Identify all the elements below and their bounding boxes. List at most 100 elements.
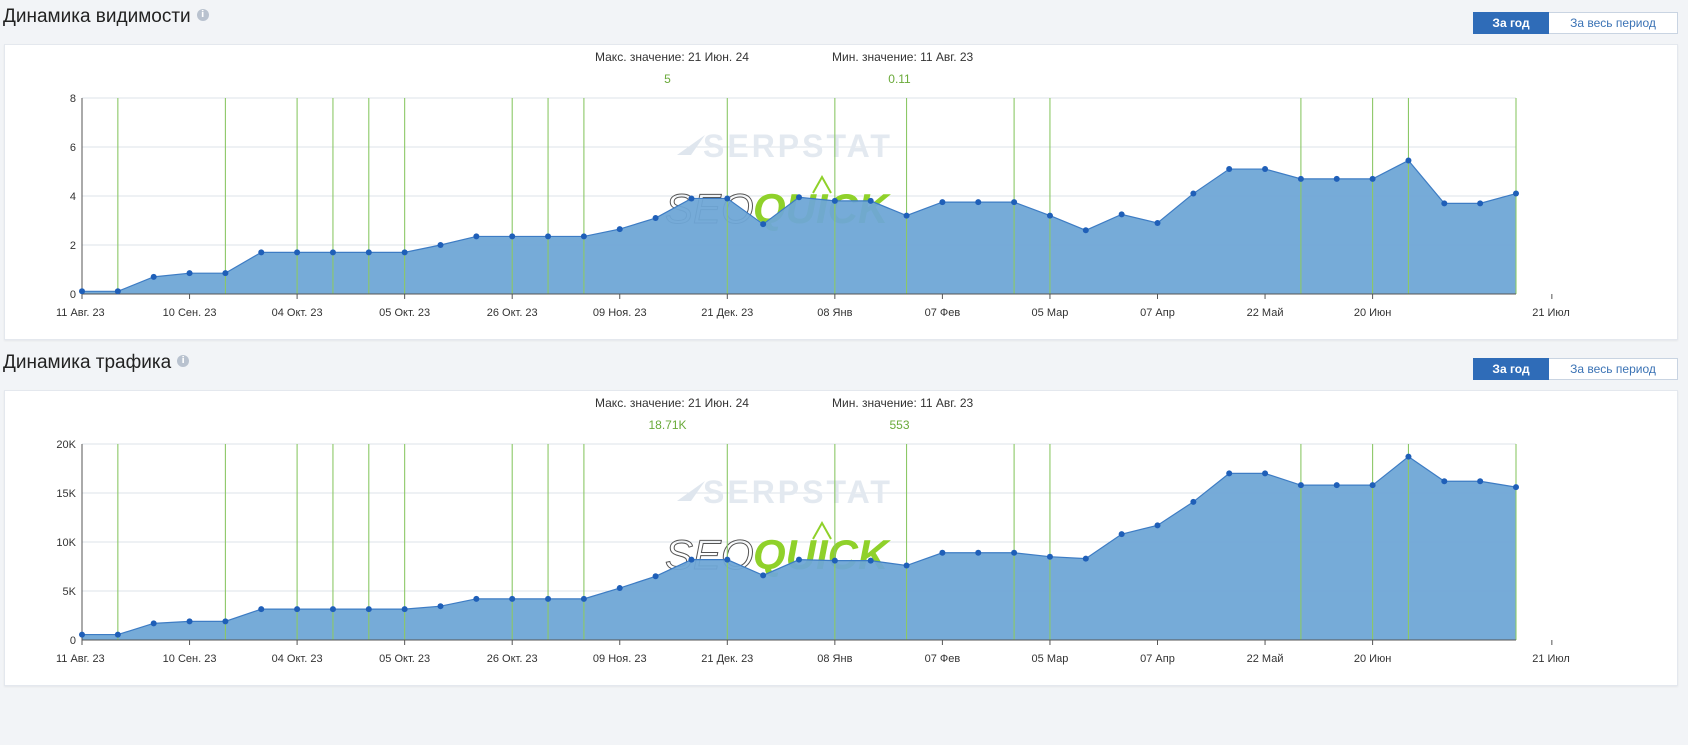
x-tick-label: 05 Окт. 23: [379, 307, 430, 319]
x-tick-label: 21 Июл: [1532, 653, 1570, 665]
data-point: [1405, 157, 1412, 164]
data-point: [294, 249, 301, 256]
data-point: [1118, 531, 1125, 538]
info-icon[interactable]: i: [177, 354, 190, 367]
data-point: [329, 606, 336, 613]
x-tick-label: 08 Янв: [817, 307, 852, 319]
serpstat-logo-icon: [677, 135, 705, 155]
data-point: [867, 557, 874, 564]
data-point: [473, 595, 480, 602]
x-tick-label: 07 Фев: [925, 653, 961, 665]
data-point: [1082, 555, 1089, 562]
data-point: [473, 233, 480, 240]
data-point: [509, 595, 516, 602]
data-point: [222, 270, 229, 277]
x-tick-label: 11 Авг. 23: [56, 653, 105, 665]
visibility-chart: 02468SERPSTATSEOQUICK11 Авг. 2310 Сен. 2…: [56, 93, 1570, 319]
data-point: [1333, 482, 1340, 489]
x-tick-label: 09 Ноя. 23: [593, 307, 647, 319]
x-tick-label: 20 Июн: [1354, 653, 1392, 665]
visibility-period-toggle: За год За весь период: [1473, 12, 1678, 34]
traffic-panel-header: Динамика трафика i За год За весь период: [0, 346, 1688, 382]
x-tick-label: 21 Дек. 23: [701, 653, 753, 665]
traffic-title: Динамика трафика i: [3, 352, 190, 374]
data-point: [903, 562, 910, 569]
x-tick-label: 26 Окт. 23: [487, 653, 538, 665]
y-tick-label: 0: [70, 289, 76, 301]
data-point: [1369, 175, 1376, 182]
y-tick-label: 5K: [63, 586, 77, 598]
data-point: [1297, 482, 1304, 489]
info-icon[interactable]: i: [196, 8, 209, 21]
x-tick-label: 05 Мар: [1032, 653, 1069, 665]
data-point: [939, 199, 946, 206]
data-point: [1441, 478, 1448, 485]
data-point: [975, 199, 982, 206]
data-point: [1082, 227, 1089, 234]
data-point: [1333, 175, 1340, 182]
data-point: [1262, 470, 1269, 477]
serpstat-watermark: SERPSTAT: [703, 128, 893, 164]
data-point: [1297, 175, 1304, 182]
period-year-button[interactable]: За год: [1473, 12, 1549, 34]
x-tick-label: 07 Апр: [1140, 307, 1175, 319]
x-tick-label: 07 Фев: [925, 307, 961, 319]
data-point: [688, 195, 695, 202]
x-tick-label: 11 Авг. 23: [56, 307, 105, 319]
x-tick-label: 07 Апр: [1140, 653, 1175, 665]
serpstat-watermark: SERPSTAT: [703, 474, 893, 510]
data-point: [1011, 549, 1018, 556]
data-point: [186, 618, 193, 625]
data-point: [545, 595, 552, 602]
data-point: [1190, 498, 1197, 505]
data-point: [365, 606, 372, 613]
data-point: [796, 556, 802, 563]
x-tick-label: 04 Окт. 23: [272, 307, 323, 319]
x-tick-label: 21 Июл: [1532, 307, 1570, 319]
data-point: [1046, 212, 1053, 219]
data-point: [1046, 553, 1053, 560]
data-point: [831, 197, 838, 204]
data-point: [652, 215, 659, 222]
y-tick-label: 2: [70, 240, 76, 252]
y-tick-label: 0: [70, 635, 76, 647]
x-tick-label: 08 Янв: [817, 653, 852, 665]
x-tick-label: 05 Мар: [1032, 307, 1069, 319]
data-point: [867, 197, 874, 204]
data-point: [760, 221, 767, 228]
period-all-button[interactable]: За весь период: [1549, 12, 1678, 34]
data-point: [831, 557, 838, 564]
data-point: [903, 212, 910, 219]
y-tick-label: 10K: [56, 537, 76, 549]
data-point: [79, 288, 85, 295]
data-point: [545, 233, 552, 240]
x-tick-label: 10 Сен. 23: [163, 307, 217, 319]
data-point: [509, 233, 516, 240]
traffic-period-toggle: За год За весь период: [1473, 358, 1678, 380]
data-point: [294, 606, 301, 613]
period-all-button[interactable]: За весь период: [1549, 358, 1678, 380]
data-point: [114, 631, 121, 638]
x-tick-label: 21 Дек. 23: [701, 307, 753, 319]
data-point: [258, 606, 265, 613]
data-point: [401, 249, 408, 256]
traffic-chart-card: Макс. значение: 21 Июн. 24 18.71K Мин. з…: [4, 390, 1678, 686]
x-tick-label: 22 Май: [1247, 307, 1284, 319]
data-point: [580, 595, 587, 602]
data-point: [1477, 200, 1484, 207]
data-point: [724, 556, 731, 563]
data-point: [1226, 166, 1233, 173]
visibility-title: Динамика видимости i: [3, 6, 209, 28]
data-point: [437, 603, 444, 610]
x-tick-label: 04 Окт. 23: [272, 653, 323, 665]
data-point: [796, 194, 802, 201]
y-tick-label: 20K: [56, 439, 76, 451]
data-point: [1226, 470, 1233, 477]
y-tick-label: 6: [70, 142, 76, 154]
data-point: [1262, 166, 1269, 173]
data-point: [1011, 199, 1018, 206]
data-point: [1513, 484, 1519, 491]
data-point: [1154, 219, 1161, 226]
period-year-button[interactable]: За год: [1473, 358, 1549, 380]
data-point: [724, 195, 731, 202]
